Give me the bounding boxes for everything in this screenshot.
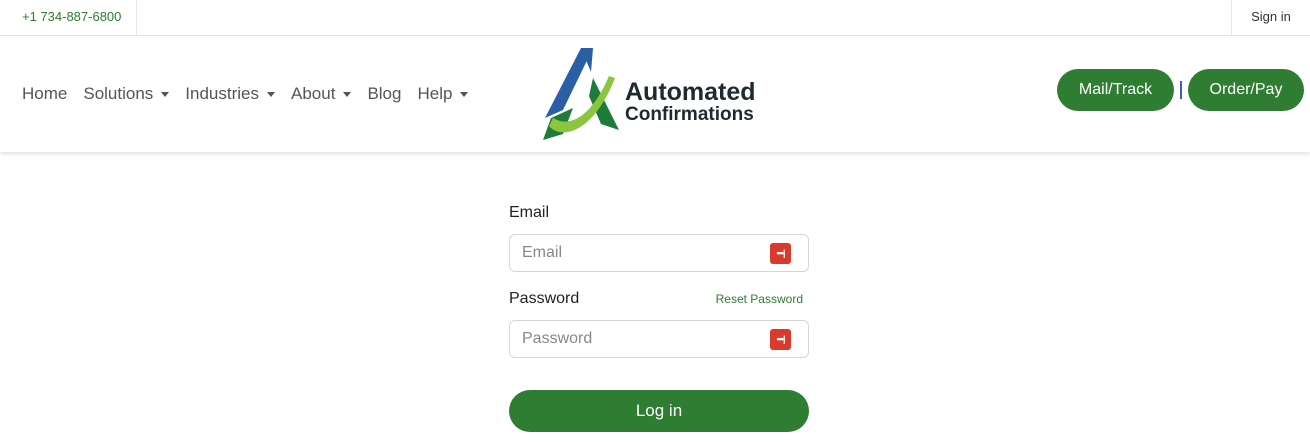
nav-item-blog[interactable]: Blog — [367, 84, 401, 104]
caret-down-icon — [343, 91, 352, 97]
logo-text-line1: Automated — [625, 78, 756, 106]
caret-down-icon — [267, 91, 275, 97]
caret-down-icon — [161, 91, 170, 97]
main-header: Home Solutions Industries About Blog Hel… — [0, 36, 1310, 152]
main-nav: Home Solutions Industries About Blog Hel… — [22, 36, 484, 152]
password-label: Password — [509, 290, 580, 307]
password-field[interactable] — [510, 321, 750, 357]
nav-item-label: Help — [417, 84, 453, 103]
nav-item-home[interactable]: Home — [22, 84, 67, 104]
sign-in-link[interactable]: Sign in — [1231, 0, 1310, 35]
nav-item-label: Home — [22, 84, 68, 103]
logo-text-line2: Confirmations — [625, 104, 754, 125]
top-bar: +1 734-887-6800 Sign in — [0, 0, 1310, 36]
reset-password-link[interactable]: Reset Password — [716, 292, 803, 306]
nav-item-help[interactable]: Help — [417, 84, 469, 104]
nav-item-label: Industries — [185, 84, 259, 103]
nav-item-label: Solutions — [83, 84, 154, 103]
mail-track-button[interactable]: Mail/Track — [1057, 69, 1174, 111]
email-field-wrapper: •••| — [509, 234, 809, 272]
logo-mark-icon — [543, 48, 619, 140]
email-field[interactable] — [510, 235, 750, 271]
cta-separator — [1180, 81, 1182, 99]
password-field-wrapper: •••| — [509, 320, 809, 358]
caret-down-icon — [460, 91, 469, 97]
login-button[interactable]: Log in — [509, 390, 809, 432]
email-label: Email — [509, 204, 550, 221]
nav-item-industries[interactable]: Industries — [185, 84, 275, 104]
phone-number-link[interactable]: +1 734-887-6800 — [0, 0, 137, 35]
nav-item-label: Blog — [367, 84, 402, 103]
nav-item-about[interactable]: About — [291, 84, 352, 104]
nav-item-solutions[interactable]: Solutions — [83, 84, 170, 104]
password-manager-icon[interactable]: •••| — [770, 329, 791, 350]
nav-item-label: About — [291, 84, 336, 103]
company-logo[interactable]: Automated Confirmations — [543, 48, 783, 140]
password-manager-icon[interactable]: •••| — [770, 243, 791, 264]
order-pay-button[interactable]: Order/Pay — [1188, 69, 1304, 111]
